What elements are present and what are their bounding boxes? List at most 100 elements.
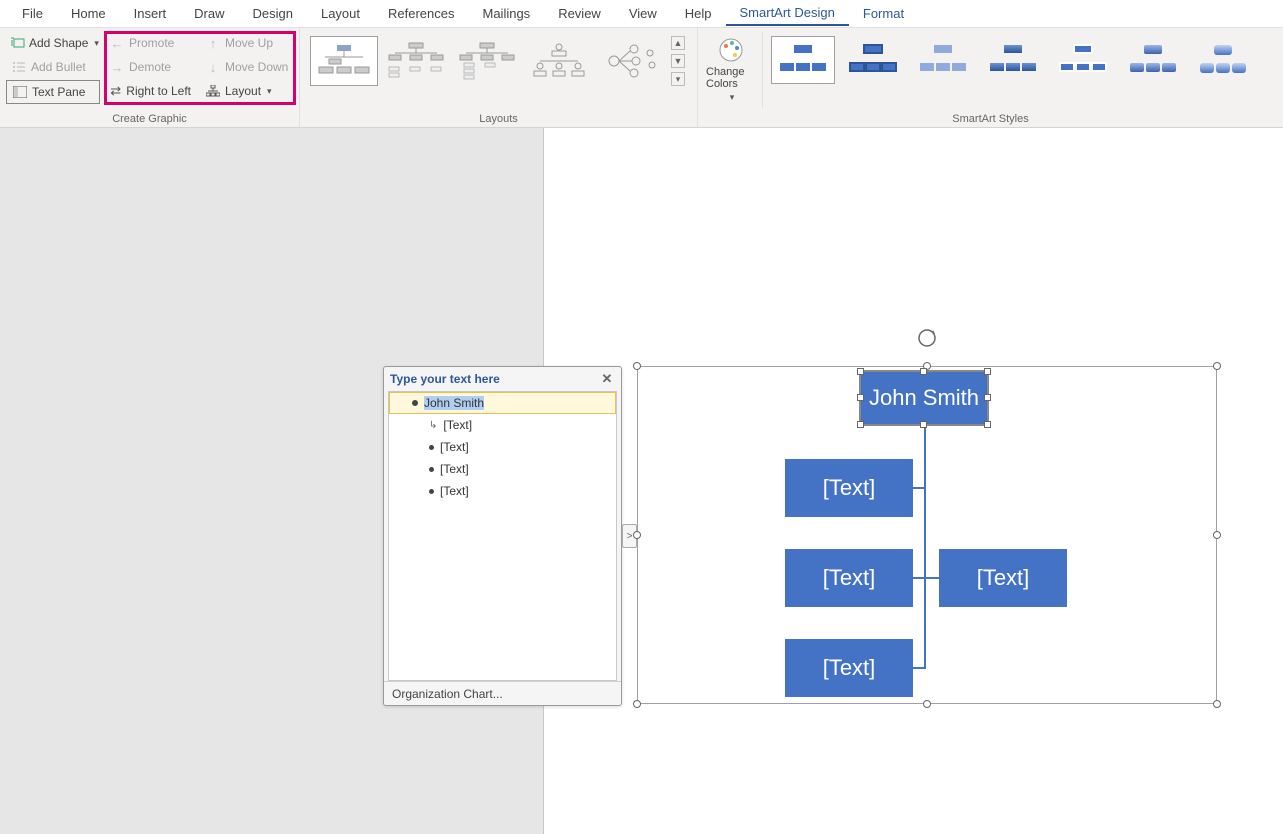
gallery-more-button[interactable]: ▾ — [671, 72, 685, 86]
layout-option-1[interactable] — [310, 36, 378, 86]
demote-label: Demote — [129, 60, 171, 74]
selection-handle[interactable] — [1213, 700, 1221, 708]
selection-handle[interactable] — [923, 700, 931, 708]
smartart-text-pane[interactable]: Type your text here ✕ John Smith ↳ [Text… — [383, 366, 622, 706]
node-handle[interactable] — [984, 368, 991, 375]
gallery-down-button[interactable]: ▼ — [671, 54, 685, 68]
right-to-left-button[interactable]: ⇄ Right to Left — [104, 80, 196, 102]
add-shape-label: Add Shape — [29, 36, 88, 50]
style-option-1[interactable] — [771, 36, 835, 84]
add-bullet-label: Add Bullet — [31, 60, 86, 74]
move-up-button[interactable]: ↑ Move Up — [200, 32, 293, 54]
node-handle[interactable] — [920, 421, 927, 428]
group-layouts: ▲ ▼ ▾ Layouts — [300, 28, 698, 127]
arrow-left-icon: ← — [109, 35, 125, 51]
tab-mailings[interactable]: Mailings — [469, 2, 545, 25]
tab-help[interactable]: Help — [671, 2, 726, 25]
change-colors-button[interactable]: Change Colors ▾ — [704, 32, 758, 107]
text-pane-footer[interactable]: Organization Chart... — [384, 681, 621, 706]
child-arrow-icon: ↳ — [429, 420, 437, 431]
arrow-up-icon: ↑ — [205, 35, 221, 51]
tab-design[interactable]: Design — [239, 2, 307, 25]
text-pane-item-label: [Text] — [440, 462, 469, 476]
tab-file[interactable]: File — [8, 2, 57, 25]
connector-line — [913, 577, 939, 579]
layout-button[interactable]: Layout ▾ — [200, 80, 293, 102]
group-label-layouts: Layouts — [300, 113, 697, 125]
close-icon[interactable]: ✕ — [599, 371, 615, 387]
layout-option-4[interactable] — [525, 36, 593, 86]
bullet-icon — [429, 489, 434, 494]
text-pane-item[interactable]: ↳ [Text] — [389, 414, 616, 436]
text-pane-item-label: [Text] — [443, 418, 472, 432]
smartart-node-root[interactable]: John Smith — [859, 370, 989, 426]
demote-button[interactable]: → Demote — [104, 56, 196, 78]
text-pane-item-label: [Text] — [440, 440, 469, 454]
layouts-gallery-scroller: ▲ ▼ ▾ — [669, 36, 687, 86]
smartart-node[interactable]: [Text] — [785, 459, 913, 517]
promote-button[interactable]: ← Promote — [104, 32, 196, 54]
style-option-4[interactable] — [981, 36, 1045, 84]
selection-handle[interactable] — [633, 700, 641, 708]
menu-tabs: File Home Insert Draw Design Layout Refe… — [0, 0, 1283, 28]
ribbon: Add Shape ▾ Add Bullet Text Pane — [0, 28, 1283, 128]
smartart-node[interactable]: [Text] — [785, 549, 913, 607]
smartart-node[interactable]: [Text] — [939, 549, 1067, 607]
tab-format[interactable]: Format — [849, 2, 918, 25]
group-label-styles: SmartArt Styles — [698, 113, 1283, 125]
tab-view[interactable]: View — [615, 2, 671, 25]
style-option-2[interactable] — [841, 36, 905, 84]
tab-smartart-design[interactable]: SmartArt Design — [726, 1, 849, 26]
node-handle[interactable] — [857, 394, 864, 401]
tab-home[interactable]: Home — [57, 2, 120, 25]
text-pane-item-root[interactable]: John Smith — [389, 392, 616, 414]
chevron-down-icon: ▾ — [94, 38, 99, 49]
change-colors-label: Change Colors — [706, 66, 756, 90]
bullet-list-icon — [11, 59, 27, 75]
style-option-6[interactable] — [1121, 36, 1185, 84]
text-pane-item[interactable]: [Text] — [389, 480, 616, 502]
rotate-handle[interactable] — [916, 327, 938, 349]
chevron-down-icon: ▾ — [267, 86, 272, 97]
tab-insert[interactable]: Insert — [120, 2, 181, 25]
chevron-down-icon: ▾ — [730, 92, 735, 103]
selection-handle[interactable] — [633, 531, 641, 539]
node-handle[interactable] — [920, 368, 927, 375]
layout-option-2[interactable] — [382, 36, 450, 86]
add-bullet-button[interactable]: Add Bullet — [6, 56, 100, 78]
node-label: John Smith — [869, 385, 979, 411]
add-shape-button[interactable]: Add Shape ▾ — [6, 32, 100, 54]
node-handle[interactable] — [857, 421, 864, 428]
text-pane-item[interactable]: [Text] — [389, 436, 616, 458]
layout-option-3[interactable] — [454, 36, 522, 86]
text-pane-icon — [12, 84, 28, 100]
palette-icon — [717, 36, 745, 64]
gallery-up-button[interactable]: ▲ — [671, 36, 685, 50]
tab-draw[interactable]: Draw — [180, 2, 238, 25]
style-option-5[interactable] — [1051, 36, 1115, 84]
node-handle[interactable] — [857, 368, 864, 375]
selection-handle[interactable] — [1213, 531, 1221, 539]
text-pane-button[interactable]: Text Pane — [6, 80, 100, 104]
tab-references[interactable]: References — [374, 2, 468, 25]
node-handle[interactable] — [984, 421, 991, 428]
text-pane-label: Text Pane — [32, 85, 85, 99]
tab-review[interactable]: Review — [544, 2, 615, 25]
style-option-7[interactable] — [1191, 36, 1255, 84]
text-pane-item[interactable]: [Text] — [389, 458, 616, 480]
text-pane-title: Type your text here — [390, 372, 500, 386]
layout-option-5[interactable] — [597, 36, 665, 86]
move-down-button[interactable]: ↓ Move Down — [200, 56, 293, 78]
selection-handle[interactable] — [633, 362, 641, 370]
bullet-icon — [412, 400, 418, 406]
add-shape-icon — [11, 35, 25, 51]
text-pane-body[interactable]: John Smith ↳ [Text] [Text] [Text] [Text] — [388, 391, 617, 681]
node-handle[interactable] — [984, 394, 991, 401]
smartart-node[interactable]: [Text] — [785, 639, 913, 697]
style-option-3[interactable] — [911, 36, 975, 84]
smartart-container[interactable]: John Smith [Text] [Text] [Text] [Text] — [637, 366, 1217, 704]
group-create-graphic: Add Shape ▾ Add Bullet Text Pane — [0, 28, 300, 127]
layout-icon — [205, 83, 221, 99]
tab-layout[interactable]: Layout — [307, 2, 374, 25]
selection-handle[interactable] — [1213, 362, 1221, 370]
